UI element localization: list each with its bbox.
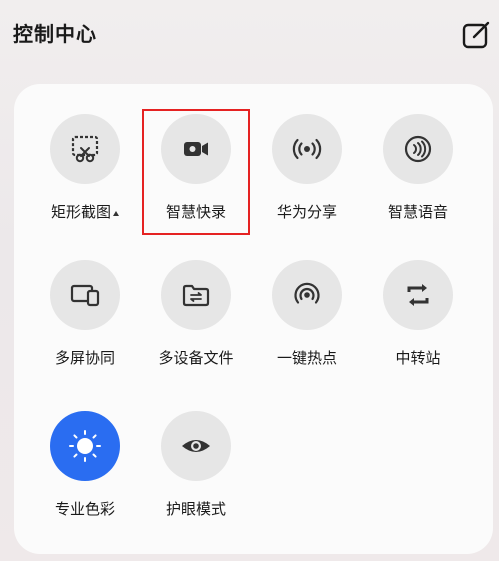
tile-rect-screenshot[interactable]: 矩形截图	[30, 114, 140, 244]
corner-mark-icon	[113, 211, 119, 216]
tile-label: 智慧快录	[165, 203, 226, 221]
tile-multi-screen[interactable]: 多屏协同	[30, 260, 140, 390]
edit-icon	[462, 21, 490, 49]
tile-label: 中转站	[395, 349, 441, 367]
tile-label: 智慧语音	[387, 203, 448, 221]
edit-button[interactable]	[458, 17, 494, 53]
video-record-icon	[161, 114, 231, 184]
tile-eye-comfort[interactable]: 护眼模式	[141, 411, 251, 541]
tile-label: 华为分享	[276, 203, 337, 221]
folder-transfer-icon	[161, 260, 231, 330]
tile-smart-voice[interactable]: 智慧语音	[363, 114, 473, 244]
tile-transfer-station[interactable]: 中转站	[363, 260, 473, 390]
eye-icon	[161, 411, 231, 481]
tile-label: 多设备文件	[158, 349, 234, 367]
hotspot-icon	[272, 260, 342, 330]
tile-label: 矩形截图	[30, 201, 140, 222]
voice-icon	[383, 114, 453, 184]
tile-label: 专业色彩	[54, 500, 115, 518]
tile-multi-device-files[interactable]: 多设备文件	[141, 260, 251, 390]
transfer-station-icon	[383, 260, 453, 330]
share-broadcast-icon	[272, 114, 342, 184]
tile-pro-color[interactable]: 专业色彩	[30, 411, 140, 541]
shortcut-panel: 矩形截图 智慧快录 华为分享 智慧语音 多屏协同 多设备文件 一键热点 中转站 …	[14, 84, 493, 554]
tile-huawei-share[interactable]: 华为分享	[252, 114, 362, 244]
pro-color-icon	[50, 411, 120, 481]
rect-screenshot-icon	[50, 114, 120, 184]
tile-label: 护眼模式	[165, 500, 226, 518]
tile-label: 多屏协同	[54, 349, 115, 367]
tile-label: 一键热点	[276, 349, 337, 367]
multi-screen-icon	[50, 260, 120, 330]
header-title: 控制中心	[13, 22, 97, 46]
tile-hotspot[interactable]: 一键热点	[252, 260, 362, 390]
tile-video-record[interactable]: 智慧快录	[141, 114, 251, 244]
